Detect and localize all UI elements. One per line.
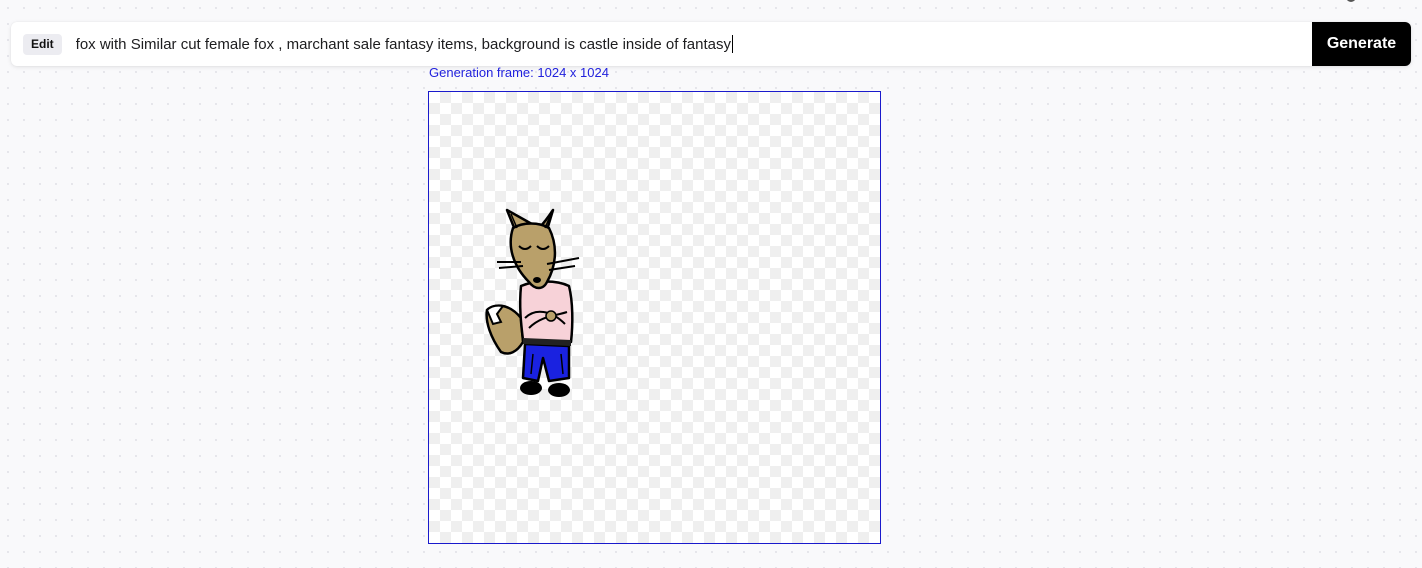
prompt-input[interactable]: fox with Similar cut female fox , marcha… xyxy=(76,22,1312,66)
prompt-bar: Edit fox with Similar cut female fox , m… xyxy=(11,22,1411,66)
generation-frame-label: Generation frame: 1024 x 1024 xyxy=(429,65,609,80)
generate-button[interactable]: Generate xyxy=(1312,22,1411,66)
text-caret xyxy=(731,35,733,53)
edit-mode-tag[interactable]: Edit xyxy=(23,33,62,55)
corner-indicator xyxy=(1346,0,1356,2)
fox-character-image[interactable] xyxy=(483,206,583,401)
prompt-text: fox with Similar cut female fox , marcha… xyxy=(75,35,731,53)
generation-frame[interactable] xyxy=(428,91,881,544)
